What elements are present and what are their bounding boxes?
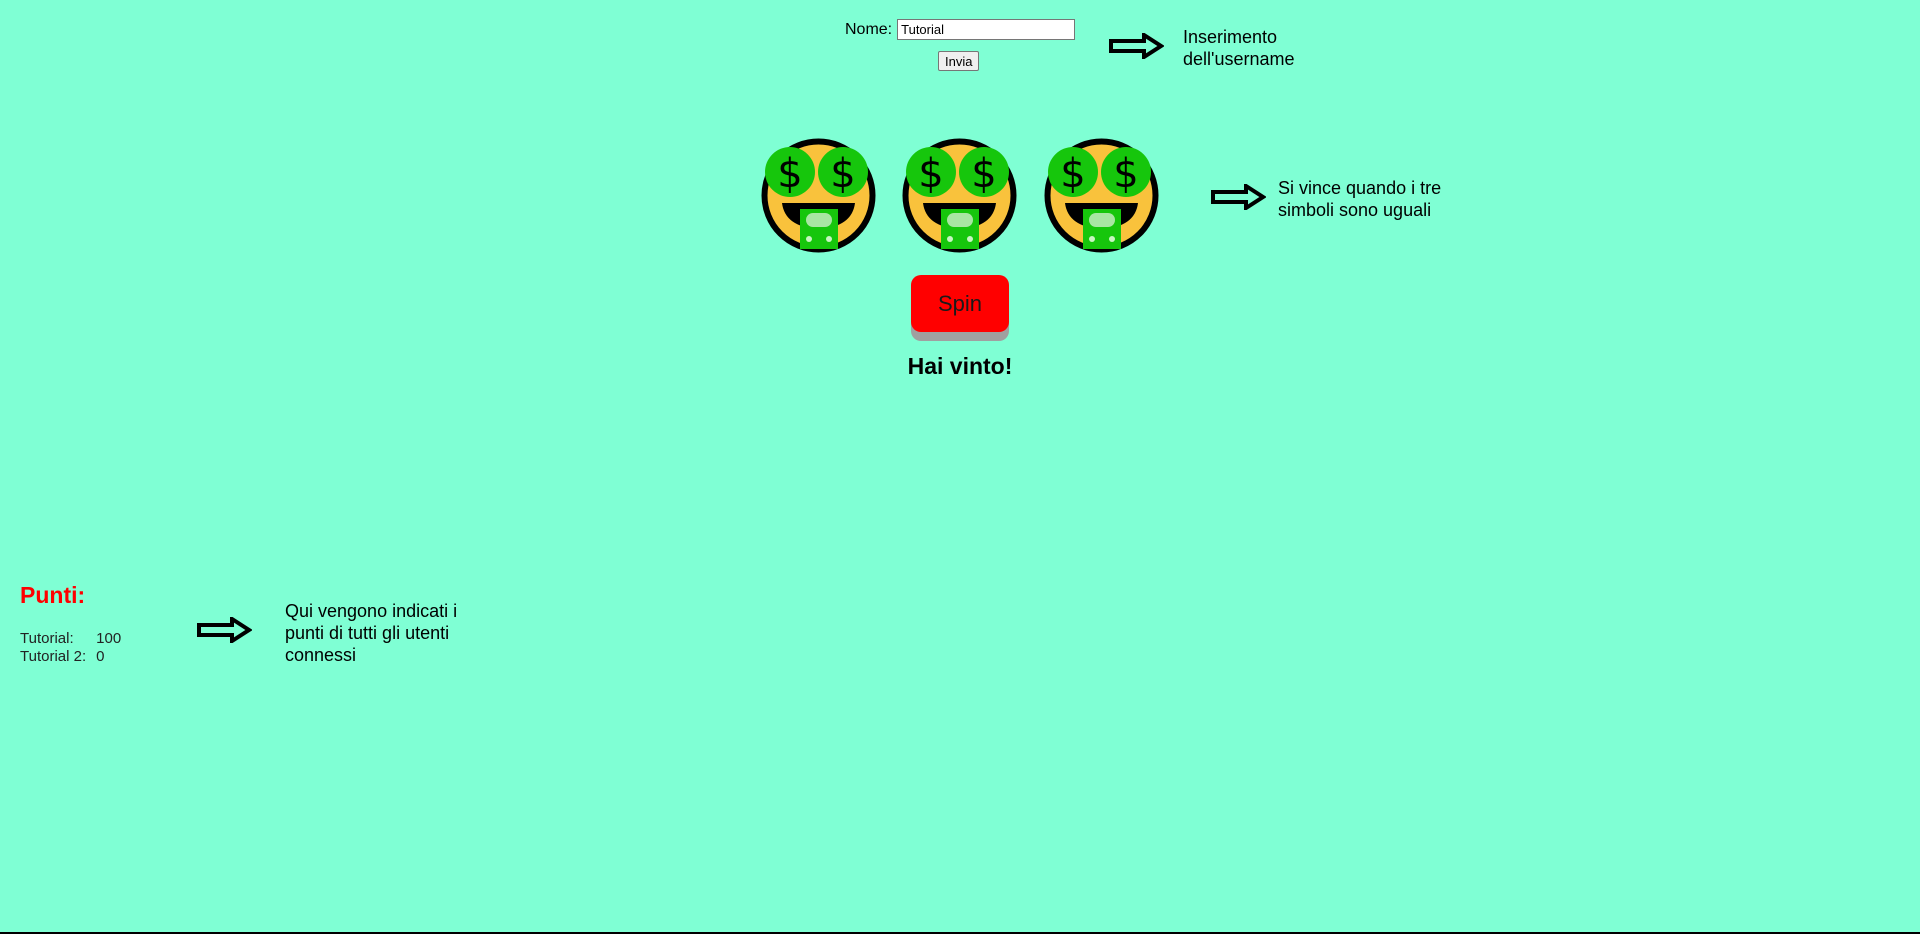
svg-text:$: $: [1060, 151, 1085, 197]
username-input[interactable]: [897, 19, 1076, 40]
spin-button[interactable]: Spin: [911, 275, 1009, 332]
money-mouth-face-icon: $ $: [1043, 137, 1160, 254]
money-mouth-face-icon: $ $: [901, 137, 1018, 254]
user-name: Tutorial:: [20, 630, 74, 647]
points-row: Tutorial: 100: [20, 630, 131, 648]
send-button[interactable]: Invia: [938, 51, 980, 71]
slot-reel-3: $ $: [1043, 137, 1160, 254]
user-score: 0: [96, 648, 105, 665]
user-name: Tutorial 2:: [20, 648, 87, 665]
money-mouth-face-icon: $ $: [760, 137, 877, 254]
name-label: Nome:: [845, 20, 893, 38]
slot-reel-2: $ $: [901, 137, 1018, 254]
win-rule-annotation: Si vince quando i tre simboli sono ugual…: [1278, 178, 1442, 220]
points-annotation: Qui vengono indicati i punti di tutti gl…: [285, 601, 458, 665]
svg-text:$: $: [971, 151, 996, 197]
username-form: Nome:: [845, 19, 1076, 40]
svg-text:$: $: [777, 151, 802, 197]
points-list: Tutorial: 100 Tutorial 2: 0: [20, 630, 131, 666]
slot-reel-1: $ $: [760, 137, 877, 254]
username-annotation: Inserimento dell'username: [1183, 27, 1295, 69]
svg-text:$: $: [918, 151, 943, 197]
svg-text:$: $: [1113, 151, 1138, 197]
right-arrow-icon: [1108, 33, 1164, 59]
svg-text:$: $: [830, 151, 855, 197]
points-row: Tutorial 2: 0: [20, 648, 131, 666]
points-title: Punti:: [20, 582, 86, 608]
user-score: 100: [96, 630, 122, 647]
right-arrow-icon: [1210, 184, 1266, 210]
right-arrow-icon: [196, 617, 252, 643]
result-message: Hai vinto!: [907, 353, 1013, 379]
